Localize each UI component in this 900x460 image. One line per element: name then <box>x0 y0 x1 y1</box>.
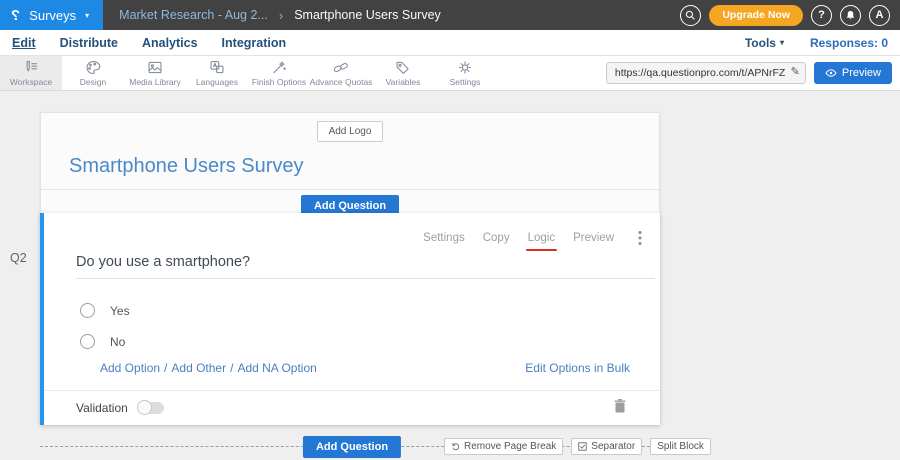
breadcrumb-separator-icon: › <box>279 8 283 23</box>
question-action-tabs: Settings Copy Logic Preview <box>423 232 614 244</box>
kebab-icon <box>638 230 642 246</box>
survey-title[interactable]: Smartphone Users Survey <box>69 155 659 178</box>
separator-button[interactable]: Separator <box>571 438 642 455</box>
toolbar-item-languages[interactable]: Languages <box>186 56 248 90</box>
survey-nav-bar: Edit Distribute Analytics Integration To… <box>0 30 900 56</box>
search-button[interactable] <box>680 5 701 26</box>
help-button[interactable]: ? <box>811 5 832 26</box>
radio-icon[interactable] <box>80 334 95 349</box>
image-icon <box>146 59 164 76</box>
surveys-product-menu[interactable]: ? Surveys ▾ <box>0 0 103 30</box>
toolbar-item-advance-quotas[interactable]: Advance Quotas <box>310 56 372 90</box>
chain-links-icon <box>332 59 350 76</box>
toolbar-item-finish-options[interactable]: Finish Options <box>248 56 310 90</box>
gear-icon <box>456 59 474 76</box>
option-label: Yes <box>110 304 130 318</box>
toolbar-item-settings[interactable]: Settings <box>434 56 496 90</box>
question-block: Settings Copy Logic Preview Do you use a… <box>40 213 660 425</box>
question-tab-logic[interactable]: Logic <box>528 232 556 244</box>
bell-icon <box>845 10 856 21</box>
tab-edit[interactable]: Edit <box>12 36 36 50</box>
tools-label: Tools <box>745 36 776 50</box>
tab-distribute[interactable]: Distribute <box>60 36 118 50</box>
add-na-option-link[interactable]: Add NA Option <box>237 361 316 375</box>
link-separator: / <box>164 361 167 375</box>
question-tab-preview[interactable]: Preview <box>573 232 614 244</box>
preview-button[interactable]: Preview <box>814 62 892 84</box>
edit-options-in-bulk-link[interactable]: Edit Options in Bulk <box>525 361 630 375</box>
toolbar-item-workspace[interactable]: Workspace <box>0 56 62 90</box>
toggle-knob <box>137 400 152 415</box>
editor-toolbar: Workspace Design Media Library Languages… <box>0 56 900 91</box>
preview-label: Preview <box>842 67 881 79</box>
eye-icon <box>825 68 837 78</box>
survey-header-card: Add Logo Smartphone Users Survey Add Que… <box>40 112 660 224</box>
trash-icon <box>614 399 626 413</box>
survey-link-area: ✎ Preview <box>606 56 900 90</box>
magic-wand-icon <box>270 59 288 76</box>
top-bar: ? Surveys ▾ Market Research - Aug 2... ›… <box>0 0 900 30</box>
upgrade-now-button[interactable]: Upgrade Now <box>709 5 803 26</box>
question-tab-copy[interactable]: Copy <box>483 232 510 244</box>
account-avatar[interactable]: A <box>869 5 890 26</box>
toolbar-item-variables[interactable]: Variables <box>372 56 434 90</box>
footer-add-question: Add Question <box>303 436 401 458</box>
breadcrumb-folder[interactable]: Market Research - Aug 2... <box>119 8 268 22</box>
split-block-label: Split Block <box>657 441 704 452</box>
tag-icon <box>394 59 412 76</box>
breadcrumb-current: Smartphone Users Survey <box>294 8 441 22</box>
search-icon <box>685 10 696 21</box>
tab-analytics[interactable]: Analytics <box>142 36 198 50</box>
toolbar-item-design[interactable]: Design <box>62 56 124 90</box>
validation-label: Validation <box>76 401 128 415</box>
link-separator: / <box>230 361 233 375</box>
page-break-controls: Remove Page Break Separator Split Block <box>444 438 711 455</box>
separator-label: Separator <box>591 441 635 452</box>
question-more-menu[interactable] <box>638 230 642 251</box>
nav-right: Tools ▾ Responses: 0 <box>745 36 888 50</box>
questionpro-logo-icon: ? <box>11 7 20 24</box>
notifications-button[interactable] <box>840 5 861 26</box>
tab-integration[interactable]: Integration <box>222 36 287 50</box>
palette-icon <box>84 59 102 76</box>
add-logo-button[interactable]: Add Logo <box>317 121 384 142</box>
remove-page-break-icon <box>451 442 460 451</box>
chevron-down-icon: ▾ <box>85 11 89 20</box>
checked-checkbox-icon <box>578 442 587 451</box>
option-label: No <box>110 335 125 349</box>
workspace-icon <box>22 59 40 76</box>
remove-page-break-label: Remove Page Break <box>464 441 556 452</box>
edit-url-icon[interactable]: ✎ <box>791 65 800 78</box>
question-number: Q2 <box>10 251 27 265</box>
product-label: Surveys <box>29 8 76 23</box>
answer-option-yes[interactable]: Yes <box>80 303 130 318</box>
toolbar-item-media-library[interactable]: Media Library <box>124 56 186 90</box>
question-text-underline <box>76 278 655 279</box>
avatar-initial: A <box>876 9 884 21</box>
responses-count[interactable]: Responses: 0 <box>810 36 888 50</box>
add-other-link[interactable]: Add Other <box>171 361 226 375</box>
tools-menu[interactable]: Tools ▾ <box>745 36 784 50</box>
validation-toggle[interactable] <box>138 402 164 414</box>
delete-question-button[interactable] <box>614 399 626 418</box>
add-option-links: Add Option / Add Other / Add NA Option <box>100 361 317 375</box>
split-block-button[interactable]: Split Block <box>650 438 711 455</box>
question-text[interactable]: Do you use a smartphone? <box>76 254 250 270</box>
add-question-button-bottom[interactable]: Add Question <box>303 436 401 458</box>
question-tab-settings[interactable]: Settings <box>423 232 465 244</box>
add-logo-row: Add Logo <box>41 113 659 142</box>
help-icon: ? <box>818 9 825 21</box>
answer-option-no[interactable]: No <box>80 334 125 349</box>
validation-row: Validation <box>44 390 660 425</box>
survey-url-input[interactable] <box>606 62 806 84</box>
radio-icon[interactable] <box>80 303 95 318</box>
breadcrumb: Market Research - Aug 2... › Smartphone … <box>119 8 441 23</box>
survey-url-box: ✎ <box>606 62 806 84</box>
translate-icon <box>208 59 226 76</box>
remove-page-break-button[interactable]: Remove Page Break <box>444 438 563 455</box>
chevron-down-icon: ▾ <box>780 38 784 47</box>
questionpro-survey-editor: ? Surveys ▾ Market Research - Aug 2... ›… <box>0 0 900 460</box>
add-option-link[interactable]: Add Option <box>100 361 160 375</box>
topbar-actions: Upgrade Now ? A <box>680 5 900 26</box>
